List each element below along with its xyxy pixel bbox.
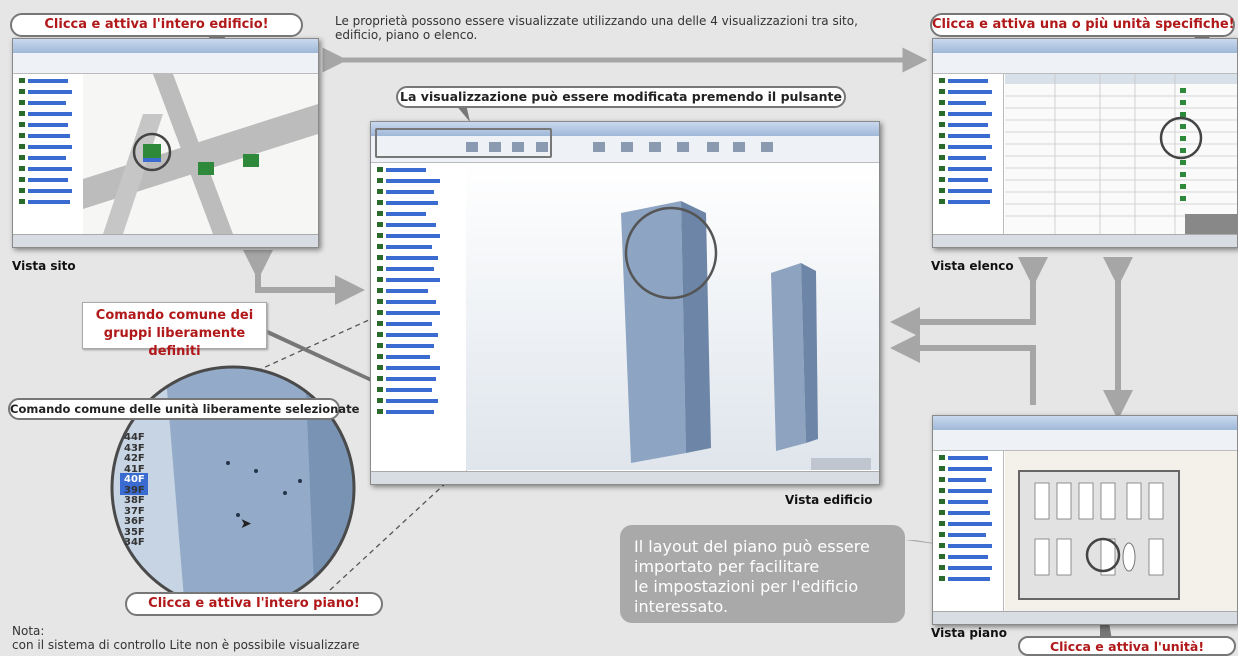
- status-bar: [933, 234, 1237, 247]
- floor-label[interactable]: 44F: [124, 432, 145, 444]
- unit-list-table[interactable]: [1005, 74, 1237, 234]
- footnote-line-1: con il sistema di controllo Lite non è p…: [12, 638, 360, 652]
- floor-label[interactable]: 34F: [124, 537, 145, 549]
- building-icon: [198, 162, 214, 175]
- footnote-title: Nota:: [12, 624, 45, 638]
- building-3d-view[interactable]: [466, 163, 879, 470]
- callout-activate-units: Clicca e attiva una o più unità specific…: [930, 13, 1235, 37]
- callout-defined-groups: Comando comune dei gruppi liberamente de…: [82, 302, 267, 359]
- toolbar: [933, 430, 1237, 451]
- zoom-in-icon: [593, 142, 605, 152]
- floor-label[interactable]: 42F: [124, 453, 145, 465]
- list-arrow-1: [890, 257, 1048, 337]
- floor-number-list: 44F 43F 42F 41F 40F 39F 38F 37F 36F 35F …: [124, 432, 145, 549]
- floor-tree-panel[interactable]: [933, 451, 1004, 611]
- title-bar: [13, 39, 318, 53]
- list-arrow-2: [890, 333, 1036, 405]
- intro-line-2: edificio, piano o elenco.: [335, 28, 478, 42]
- title-bar: [933, 416, 1237, 430]
- building-icon: [243, 154, 259, 167]
- floor-label[interactable]: 38F: [124, 495, 145, 507]
- callout-activate-building: Clicca e attiva l'intero edificio!: [10, 13, 303, 37]
- layout-import-note: Il layout del piano può essere importato…: [620, 525, 905, 623]
- stop-icon: [733, 142, 745, 152]
- callout-toolbar-button: La visualizzazione può essere modificata…: [396, 86, 846, 108]
- layout-note-line-3: le impostazioni per l'edificio: [634, 577, 859, 596]
- rotate-icon: [677, 142, 689, 152]
- toolbar: [13, 53, 318, 74]
- site-view-window[interactable]: [12, 38, 319, 248]
- list-view-window[interactable]: [932, 38, 1238, 248]
- floor-label[interactable]: 36F: [124, 516, 145, 528]
- groups-line-2: gruppi liberamente definiti: [103, 326, 246, 359]
- callout-activate-unit: Clicca e attiva l'unità!: [1018, 636, 1236, 656]
- run-icon: [707, 142, 719, 152]
- intro-text: Le proprietà possono essere visualizzate…: [335, 14, 915, 42]
- mouse-cursor-icon: ➤: [240, 516, 252, 532]
- layout-note-line-4: interessato.: [634, 597, 729, 616]
- site-map[interactable]: [83, 74, 318, 234]
- layout-note-line-2: importato per facilitare: [634, 557, 820, 576]
- site-arrow: [243, 250, 365, 305]
- site-tree-panel[interactable]: [13, 74, 84, 234]
- building-tree-panel[interactable]: [371, 163, 467, 471]
- caption-site-view: Vista sito: [12, 259, 76, 273]
- floor-plan[interactable]: [1005, 451, 1237, 611]
- title-bar: [933, 39, 1237, 53]
- floor-label-selected[interactable]: 40F: [124, 474, 145, 486]
- view-buttons-highlight: [375, 128, 552, 158]
- select-icon: [649, 142, 661, 152]
- intro-line-1: Le proprietà possono essere visualizzate…: [335, 14, 858, 28]
- caption-building-view: Vista edificio: [785, 493, 873, 507]
- building-icon: [143, 144, 161, 158]
- groups-line-1: Comando comune dei: [95, 308, 254, 323]
- caption-floor-view: Vista piano: [931, 626, 1007, 640]
- settings-icon: [761, 142, 773, 152]
- caption-list-view: Vista elenco: [931, 259, 1014, 273]
- callout-activate-floor: Clicca e attiva l'intero piano!: [125, 592, 383, 616]
- list-tree-panel[interactable]: [933, 74, 1004, 234]
- layout-note-line-1: Il layout del piano può essere: [634, 537, 870, 556]
- callout-selected-units: Comando comune delle unità liberamente s…: [8, 398, 359, 420]
- status-bar: [933, 611, 1237, 624]
- zoom-out-icon: [621, 142, 633, 152]
- floor-view-window[interactable]: [932, 415, 1238, 625]
- footnote: Nota: con il sistema di controllo Lite n…: [12, 624, 412, 652]
- status-bar: [371, 471, 879, 484]
- status-bar: [13, 234, 318, 247]
- toolbar: [933, 53, 1237, 74]
- building-view-window[interactable]: [370, 121, 880, 485]
